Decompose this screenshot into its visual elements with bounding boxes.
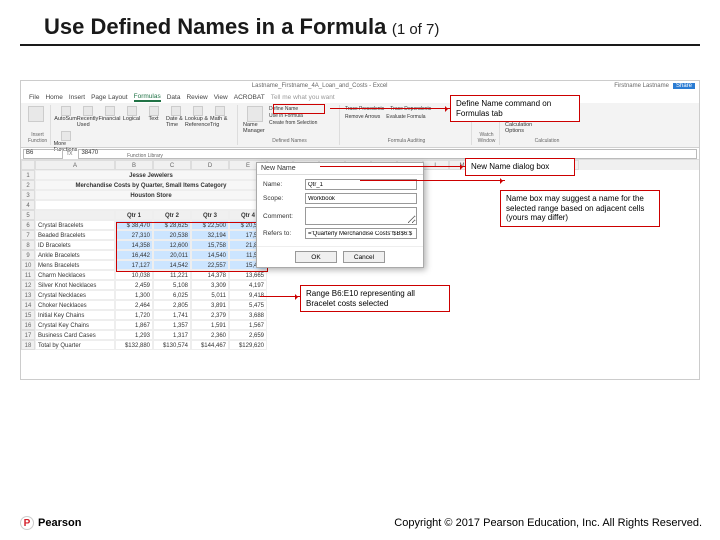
step-indicator: (1 of 7) <box>392 21 440 38</box>
callout-new-name: New Name dialog box <box>465 158 575 176</box>
arrow-1 <box>330 108 450 109</box>
name-box[interactable]: B6 <box>23 149 63 159</box>
data-cell[interactable]: $132,880 <box>115 340 153 350</box>
footer: P Pearson Copyright © 2017 Pearson Educa… <box>20 516 702 530</box>
row-label[interactable]: Choker Necklaces <box>35 300 115 310</box>
tab-insert[interactable]: Insert <box>69 94 85 101</box>
data-cell[interactable]: $144,467 <box>191 340 229 350</box>
data-cell[interactable]: 1,357 <box>153 320 191 330</box>
tab-data[interactable]: Data <box>167 94 181 101</box>
refers-to-field[interactable] <box>305 228 417 239</box>
financial-icon[interactable] <box>105 106 115 116</box>
data-cell[interactable]: 1,293 <box>115 330 153 340</box>
data-cell[interactable]: 9,418 <box>229 290 267 300</box>
ribbon-tabs: File Home Insert Page Layout Formulas Da… <box>21 91 699 103</box>
formula-bar-row: B6 fx 38470 <box>21 148 699 160</box>
row-label[interactable]: Initial Key Chains <box>35 310 115 320</box>
more-fn-icon[interactable] <box>61 131 71 141</box>
row-label[interactable]: Ankle Bracelets <box>35 250 115 260</box>
text-icon[interactable] <box>149 106 159 116</box>
callout-define-name: Define Name command on Formulas tab <box>450 95 580 122</box>
arrow-3 <box>360 180 505 181</box>
row-label[interactable]: Total by Quarter <box>35 340 115 350</box>
recently-used-icon[interactable] <box>83 106 93 116</box>
formula-bar[interactable]: 38470 <box>78 149 697 159</box>
data-cell[interactable]: 2,659 <box>229 330 267 340</box>
data-cell[interactable]: $130,574 <box>153 340 191 350</box>
row-label[interactable]: Crystal Key Chains <box>35 320 115 330</box>
tab-review[interactable]: Review <box>186 94 207 101</box>
data-cell[interactable]: 2,464 <box>115 300 153 310</box>
pearson-icon: P <box>20 516 34 530</box>
row-label[interactable]: Beaded Bracelets <box>35 230 115 240</box>
data-cell[interactable]: 3,891 <box>191 300 229 310</box>
data-cell[interactable]: 1,591 <box>191 320 229 330</box>
data-cell[interactable]: 2,360 <box>191 330 229 340</box>
define-name-highlight <box>273 104 325 114</box>
tab-acrobat[interactable]: ACROBAT <box>234 94 265 101</box>
data-cell[interactable]: 1,720 <box>115 310 153 320</box>
autosum-icon[interactable] <box>61 106 71 116</box>
tab-view[interactable]: View <box>214 94 228 101</box>
title-text: Use Defined Names in a Formula <box>44 14 386 39</box>
user-name: Firstname Lastname <box>614 83 669 89</box>
data-cell[interactable]: 1,867 <box>115 320 153 330</box>
name-manager-icon[interactable] <box>247 106 263 122</box>
data-cell[interactable]: 1,300 <box>115 290 153 300</box>
scope-field[interactable] <box>305 193 417 204</box>
data-cell[interactable]: 2,459 <box>115 280 153 290</box>
tab-formulas[interactable]: Formulas <box>134 93 161 102</box>
data-cell[interactable]: 3,688 <box>229 310 267 320</box>
data-cell[interactable]: 5,108 <box>153 280 191 290</box>
date-time-icon[interactable] <box>171 106 181 116</box>
share-button[interactable]: Share <box>673 83 695 89</box>
dialog-title: New Name <box>257 163 423 175</box>
row-label[interactable]: Crystal Necklaces <box>35 290 115 300</box>
math-trig-icon[interactable] <box>215 106 225 116</box>
ok-button[interactable]: OK <box>295 251 337 263</box>
arrow-2 <box>320 166 465 167</box>
tab-page-layout[interactable]: Page Layout <box>91 94 128 101</box>
excel-screenshot: Lastname_Firstname_4A_Loan_and_Costs - E… <box>20 80 700 380</box>
data-cell[interactable]: $129,620 <box>229 340 267 350</box>
tab-home[interactable]: Home <box>45 94 62 101</box>
row-label[interactable]: Silver Knot Necklaces <box>35 280 115 290</box>
selection-highlight <box>116 222 268 272</box>
insert-fn-label: Insert Function <box>28 132 47 144</box>
cancel-button[interactable]: Cancel <box>343 251 385 263</box>
excel-titlebar: Lastname_Firstname_4A_Loan_and_Costs - E… <box>21 81 699 91</box>
row-label[interactable]: ID Bracelets <box>35 240 115 250</box>
callout-range: Range B6:E10 representing all Bracelet c… <box>300 285 450 312</box>
data-cell[interactable]: 1,567 <box>229 320 267 330</box>
data-cell[interactable]: 5,011 <box>191 290 229 300</box>
row-label[interactable]: Business Card Cases <box>35 330 115 340</box>
data-cell[interactable]: 5,475 <box>229 300 267 310</box>
data-cell[interactable]: 1,317 <box>153 330 191 340</box>
callout-name-suggest: Name box may suggest a name for the sele… <box>500 190 660 227</box>
copyright: Copyright © 2017 Pearson Education, Inc.… <box>394 517 702 529</box>
row-label[interactable]: Charm Necklaces <box>35 270 115 280</box>
data-cell[interactable]: 1,741 <box>153 310 191 320</box>
lookup-icon[interactable] <box>193 106 203 116</box>
tab-file[interactable]: File <box>29 94 39 101</box>
comment-field[interactable] <box>305 207 417 225</box>
create-from-selection-button[interactable]: Create from Selection <box>269 120 317 126</box>
data-cell[interactable]: 2,805 <box>153 300 191 310</box>
row-label[interactable]: Crystal Bracelets <box>35 220 115 230</box>
ribbon: Insert Function AutoSum Recently Used Fi… <box>21 103 699 148</box>
new-name-dialog: New Name Name: Scope: Comment: Refers to… <box>256 162 424 268</box>
data-cell[interactable]: 4,197 <box>229 280 267 290</box>
fx-icon[interactable]: fx <box>67 150 72 157</box>
window-title: Lastname_Firstname_4A_Loan_and_Costs - E… <box>25 83 614 89</box>
row-label[interactable]: Mens Bracelets <box>35 260 115 270</box>
pearson-logo: P Pearson <box>20 516 81 530</box>
tell-me[interactable]: Tell me what you want <box>271 94 335 101</box>
insert-function-icon[interactable] <box>28 106 44 122</box>
data-cell[interactable]: 6,025 <box>153 290 191 300</box>
data-cell[interactable]: 2,379 <box>191 310 229 320</box>
arrow-4 <box>260 296 300 297</box>
page-title: Use Defined Names in a Formula (1 of 7) <box>20 0 700 46</box>
logical-icon[interactable] <box>127 106 137 116</box>
data-cell[interactable]: 3,309 <box>191 280 229 290</box>
